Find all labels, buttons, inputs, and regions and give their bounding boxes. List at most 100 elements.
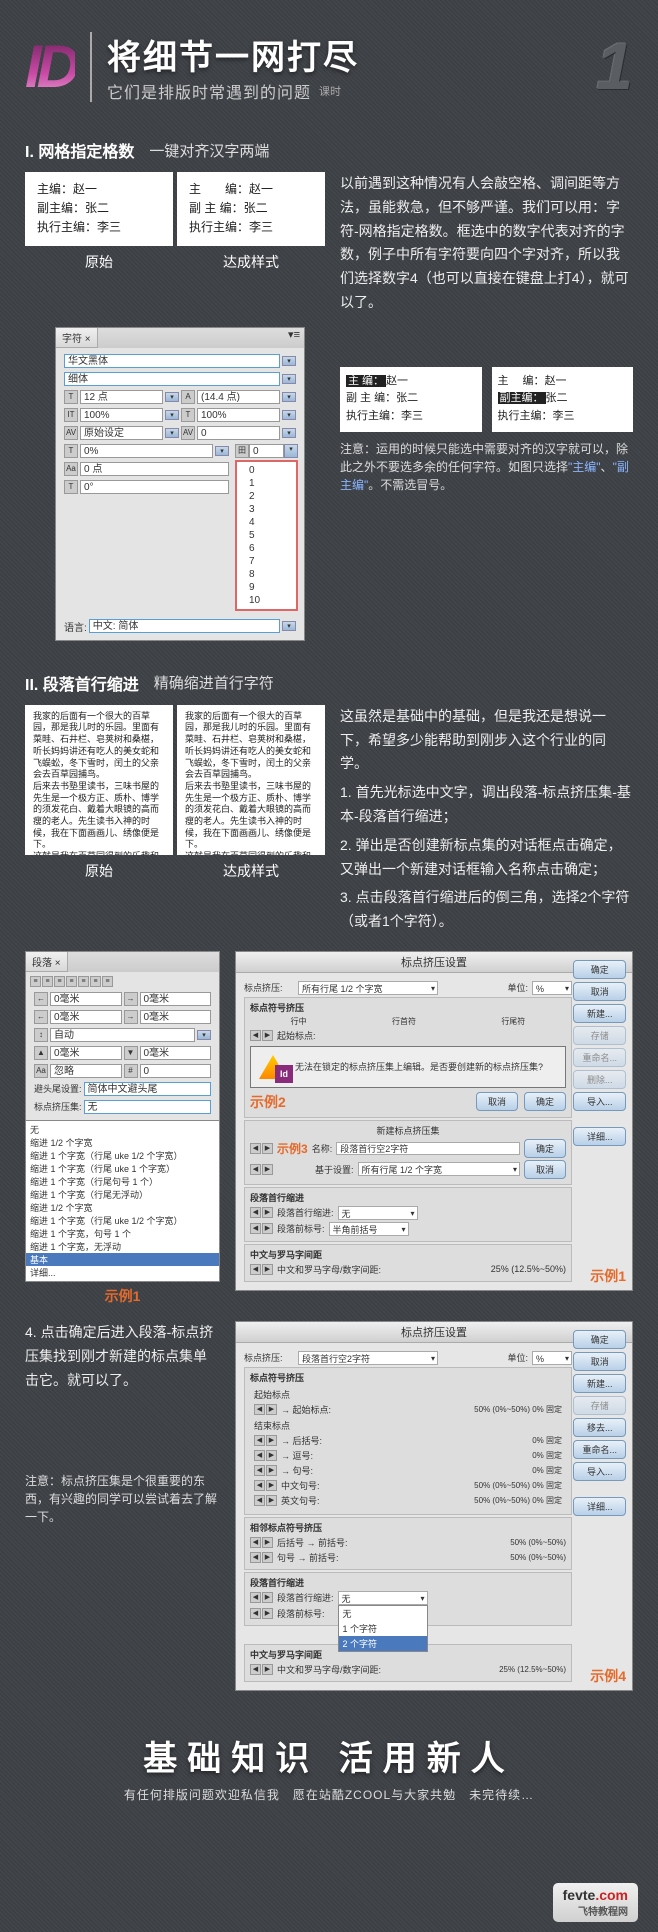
unit-select[interactable]: % bbox=[532, 981, 572, 995]
kinsoku-select[interactable]: 简体中文避头尾 bbox=[84, 1082, 211, 1096]
para-result: 我家的后面有一个很大的百草园，那是我儿时的乐园。里面有菜畦、石井栏、皂荚树和桑椹… bbox=[177, 705, 325, 855]
new-cancel-button[interactable]: 取消 bbox=[524, 1160, 566, 1179]
new-ok-button[interactable]: 确定 bbox=[524, 1139, 566, 1158]
mojikumi-settings-dialog: 标点挤压设置 标点挤压: 所有行尾 1/2 个字宽 单位: % 标点符号挤压 行… bbox=[235, 951, 633, 1291]
hscale-input[interactable]: 100% bbox=[197, 408, 280, 422]
base-select[interactable]: 所有行尾 1/2 个字宽 bbox=[358, 1162, 520, 1176]
para-panel-tab[interactable]: 段落 × bbox=[26, 952, 68, 972]
grid-pct-input[interactable]: 0% bbox=[80, 444, 213, 458]
dialog-delete-button[interactable]: 删除... bbox=[573, 1070, 626, 1089]
vscale-input[interactable]: 100% bbox=[80, 408, 163, 422]
indent-section-highlight-2: 段落首行缩进 ◀▶ 段落首行缩进: 无 无 1 个字符 2 个字符 bbox=[244, 1572, 572, 1626]
dialog-import-button[interactable]: 导入... bbox=[573, 1092, 626, 1111]
dialog-ok-button[interactable]: 确定 bbox=[573, 960, 626, 979]
dialog-detail-button[interactable]: 详细... bbox=[573, 1127, 626, 1146]
mojikumi-set-select[interactable]: 所有行尾 1/2 个字宽 bbox=[298, 981, 438, 995]
example1-right-label: 示例1 bbox=[590, 1266, 626, 1286]
vscale-icon: IT bbox=[64, 408, 78, 422]
section1-heading: I. 网格指定格数 一键对齐汉字两端 bbox=[25, 138, 633, 162]
selection-example-b: 主 编：赵一 副主编：张二 执行主编：李三 bbox=[492, 367, 634, 432]
panel-menu-icon[interactable]: ▾≡ bbox=[284, 328, 304, 341]
section1-title: I. 网格指定格数 bbox=[25, 138, 134, 162]
indent-dropdown-open[interactable]: 无 1 个字符 2 个字符 bbox=[338, 1605, 428, 1652]
dialog2-import-button[interactable]: 导入... bbox=[573, 1462, 626, 1481]
page-footer: 基础知识 活用新人 有任何排版问题欢迎私信我 愿在站酷ZCOOL与大家共勉 未完… bbox=[25, 1731, 633, 1853]
paragraph-panel: 段落 × ≡≡≡≡≡≡≡ ←0毫米→0毫米 ←0毫米→0毫米 ↕自动▾ ▲0毫米… bbox=[25, 951, 220, 1121]
para-original: 我家的后面有一个很大的百草园，那是我儿时的乐园。里面有菜畦、石井栏、皂荚树和桑椹… bbox=[25, 705, 173, 855]
page-title: 将细节一网打尽 bbox=[107, 30, 581, 79]
dialog2-detail-button[interactable]: 详细... bbox=[573, 1497, 626, 1516]
section1-note: 注意：运用的时候只能选中需要对齐的汉字就可以，除此之外不要选多余的任何字符。如图… bbox=[340, 440, 633, 494]
example4-label: 示例4 bbox=[590, 1666, 626, 1686]
dialog-save-button[interactable]: 存储 bbox=[573, 1026, 626, 1045]
indent-select[interactable]: 无 bbox=[338, 1206, 418, 1220]
lesson-label: 课时 bbox=[319, 83, 341, 99]
leading-icon: A bbox=[181, 390, 195, 404]
footer-subtitle: 有任何排版问题欢迎私信我 愿在站酷ZCOOL与大家共勉 未完待续… bbox=[25, 1786, 633, 1803]
size-icon: T bbox=[64, 390, 78, 404]
kern-icon: AV bbox=[64, 426, 78, 440]
kern-input[interactable]: 原始设定 bbox=[80, 426, 163, 440]
result-label: 达成样式 bbox=[177, 252, 325, 272]
align-left-icon[interactable]: ≡ bbox=[30, 976, 41, 987]
section1-sub: 一键对齐汉字两端 bbox=[149, 140, 269, 161]
mojikumi-select[interactable]: 无 bbox=[84, 1100, 211, 1114]
example3-label: 示例3 bbox=[277, 1140, 308, 1157]
alert-ok-button[interactable]: 确定 bbox=[524, 1092, 566, 1111]
step4-text: 4. 点击确定后进入段落-标点挤压集找到刚才新建的标点集单击它。就可以了。 bbox=[25, 1321, 220, 1392]
track-icon: AV bbox=[181, 426, 195, 440]
indent-select-2[interactable]: 无 bbox=[338, 1591, 428, 1605]
dialog2-ok-button[interactable]: 确定 bbox=[573, 1330, 626, 1349]
dialog-cancel-button[interactable]: 取消 bbox=[573, 982, 626, 1001]
section2-note: 注意：标点挤压集是个很重要的东西，有兴趣的同学可以尝试着去了解一下。 bbox=[25, 1472, 220, 1526]
alert-dialog: Id 无法在锁定的标点挤压集上编辑。是否要创建新的标点挤压集? bbox=[250, 1046, 566, 1088]
sample-result-box: 主 编：赵一 副 主 编：张二 执行主编：李三 bbox=[177, 172, 325, 246]
section2-sub: 精确缩进首行字符 bbox=[154, 672, 274, 693]
character-panel: 字符 ×▾≡ 华文黑体▾ 细体▾ T12 点▾ A(14.4 点)▾ IT100… bbox=[55, 327, 305, 641]
dialog2-cancel-button[interactable]: 取消 bbox=[573, 1352, 626, 1371]
shift-input[interactable]: 0 点 bbox=[80, 462, 229, 476]
sample-original-box: 主编：赵一 副主编：张二 执行主编：李三 bbox=[25, 172, 173, 246]
font-weight-select[interactable]: 细体 bbox=[64, 372, 280, 386]
skew-input[interactable]: 0° bbox=[80, 480, 229, 494]
page-subtitle: 它们是排版时常遇到的问题 bbox=[107, 79, 311, 103]
alert-cancel-button[interactable]: 取消 bbox=[476, 1092, 518, 1111]
dialog-new-button[interactable]: 新建... bbox=[573, 1004, 626, 1023]
original-label: 原始 bbox=[25, 252, 173, 272]
skew-icon: T bbox=[64, 480, 78, 494]
section2-heading: II. 段落首行缩进 精确缩进首行字符 bbox=[25, 671, 633, 695]
grid-count-dropdown[interactable]: 0 1 2 3 4 5 6 7 8 9 10 bbox=[235, 460, 298, 611]
selection-example-a: 主 编：赵一 副 主 编：张二 执行主编：李三 bbox=[340, 367, 482, 432]
leading-input[interactable]: (14.4 点) bbox=[197, 390, 280, 404]
indent-section-highlight: 段落首行缩进 ◀▶段落首行缩进:无 ◀▶段落前标号:半角前括号 bbox=[244, 1187, 572, 1242]
lang-label: 语言: bbox=[64, 619, 87, 634]
mojikumi-settings-dialog-2: 标点挤压设置 标点挤压: 段落首行空2字符 单位: % 标点符号挤压 起始标点 … bbox=[235, 1321, 633, 1691]
indent-before-select[interactable]: 半角前括号 bbox=[329, 1222, 409, 1236]
grid-count-input[interactable]: 0 bbox=[249, 444, 284, 458]
page-header: ID 将细节一网打尽 它们是排版时常遇到的问题 课时 1 bbox=[25, 30, 633, 103]
id-badge-icon: Id bbox=[275, 1065, 293, 1083]
dialog2-remove-button[interactable]: 移去... bbox=[573, 1418, 626, 1437]
header-divider bbox=[90, 32, 92, 102]
id-logo: ID bbox=[25, 32, 75, 101]
font-size-input[interactable]: 12 点 bbox=[80, 390, 163, 404]
lang-select[interactable]: 中文: 简体 bbox=[89, 619, 280, 633]
set-name-input[interactable]: 段落首行空2字符 bbox=[336, 1142, 520, 1155]
mojikumi-set-select-2[interactable]: 段落首行空2字符 bbox=[298, 1351, 438, 1365]
font-family-select[interactable]: 华文黑体 bbox=[64, 354, 280, 368]
example2-label: 示例2 bbox=[250, 1092, 286, 1112]
mojikumi-dropdown-list[interactable]: 无 缩进 1/2 个字宽 缩进 1 个字宽（行尾 uke 1/2 个字宽） 缩进… bbox=[25, 1120, 220, 1282]
watermark: fevte.com 飞特教程网 bbox=[0, 1873, 658, 1932]
section1-desc: 以前遇到这种情况有人会敲空格、调间距等方法，虽能救急，但不够严谨。我们可以用：字… bbox=[340, 172, 633, 315]
panel-tab[interactable]: 字符 × bbox=[56, 328, 98, 348]
section2-title: II. 段落首行缩进 bbox=[25, 671, 139, 695]
dialog2-save-button[interactable]: 存储 bbox=[573, 1396, 626, 1415]
footer-title: 基础知识 活用新人 bbox=[25, 1731, 633, 1780]
shift-icon: Aa bbox=[64, 462, 78, 476]
grid-icon: 田 bbox=[235, 444, 249, 458]
dialog2-rename-button[interactable]: 重命名... bbox=[573, 1440, 626, 1459]
track-input[interactable]: 0 bbox=[197, 426, 280, 440]
dialog2-new-button[interactable]: 新建... bbox=[573, 1374, 626, 1393]
section2-desc: 这虽然是基础中的基础，但是我还是想说一下，希望多少能帮助到刚步入这个行业的同学。… bbox=[340, 705, 633, 939]
dialog-rename-button[interactable]: 重命名... bbox=[573, 1048, 626, 1067]
